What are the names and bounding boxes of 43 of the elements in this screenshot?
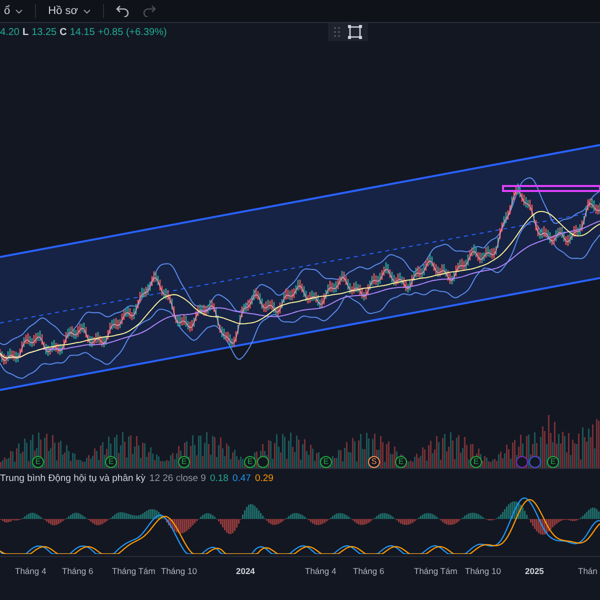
axis-label: Tháng Tám bbox=[112, 566, 156, 576]
indicator-value: 0.47 bbox=[232, 473, 251, 484]
price-change: +0.85 (+6.39%) bbox=[98, 27, 167, 38]
event-marker-icon[interactable] bbox=[516, 456, 528, 468]
undo-icon[interactable] bbox=[116, 5, 130, 17]
axis-label: Tháng 10 bbox=[465, 566, 501, 576]
axis-label: 2024 bbox=[236, 566, 255, 576]
axis-label: Tháng 6 bbox=[62, 566, 94, 576]
axis-label: Tháng 4 bbox=[305, 566, 336, 576]
legend-label: C bbox=[60, 27, 67, 38]
indicator-title: Trung bình Động hội tụ và phân kỳ bbox=[0, 473, 146, 484]
indicator-value: 0.18 bbox=[210, 473, 228, 484]
event-marker[interactable]: E bbox=[244, 456, 256, 468]
event-marker-icon[interactable] bbox=[529, 456, 541, 468]
grip-icon[interactable] bbox=[334, 27, 340, 37]
channel-line[interactable] bbox=[0, 144, 600, 258]
event-marker[interactable]: E bbox=[105, 456, 117, 468]
legend-value: 4.20 bbox=[0, 27, 20, 38]
axis-label: Tháng 6 bbox=[353, 566, 384, 576]
axis-label: Tháng Tám bbox=[414, 566, 458, 576]
event-marker[interactable]: E bbox=[547, 456, 559, 468]
channel-line[interactable] bbox=[0, 277, 600, 391]
event-marker[interactable]: E bbox=[178, 456, 190, 468]
axis-label: Tháng 10 bbox=[161, 566, 197, 576]
caret-icon bbox=[82, 8, 91, 14]
legend-value: 14.15 bbox=[70, 27, 95, 38]
event-marker[interactable]: S bbox=[368, 456, 380, 468]
axis-label: Thán bbox=[578, 566, 598, 576]
toolbar-dropdown[interactable]: Hồ sơ bbox=[44, 3, 95, 19]
axis-label: 2025 bbox=[525, 566, 544, 576]
event-marker[interactable]: E bbox=[32, 456, 44, 468]
indicator-params: 12 26 close 9 bbox=[149, 473, 206, 484]
legend-value: 13.25 bbox=[32, 27, 57, 38]
event-marker[interactable]: E bbox=[320, 456, 332, 468]
axis-label: Tháng 4 bbox=[15, 566, 46, 576]
event-marker[interactable]: E bbox=[470, 456, 482, 468]
indicator-value: 0.29 bbox=[254, 473, 274, 484]
caret-icon bbox=[15, 8, 24, 14]
select-area-icon[interactable] bbox=[348, 25, 362, 39]
toolbar-dropdown[interactable]: ổ bbox=[0, 3, 28, 19]
event-marker[interactable]: E bbox=[395, 456, 407, 468]
event-marker-icon[interactable] bbox=[257, 456, 269, 468]
legend-label: L bbox=[22, 27, 29, 38]
